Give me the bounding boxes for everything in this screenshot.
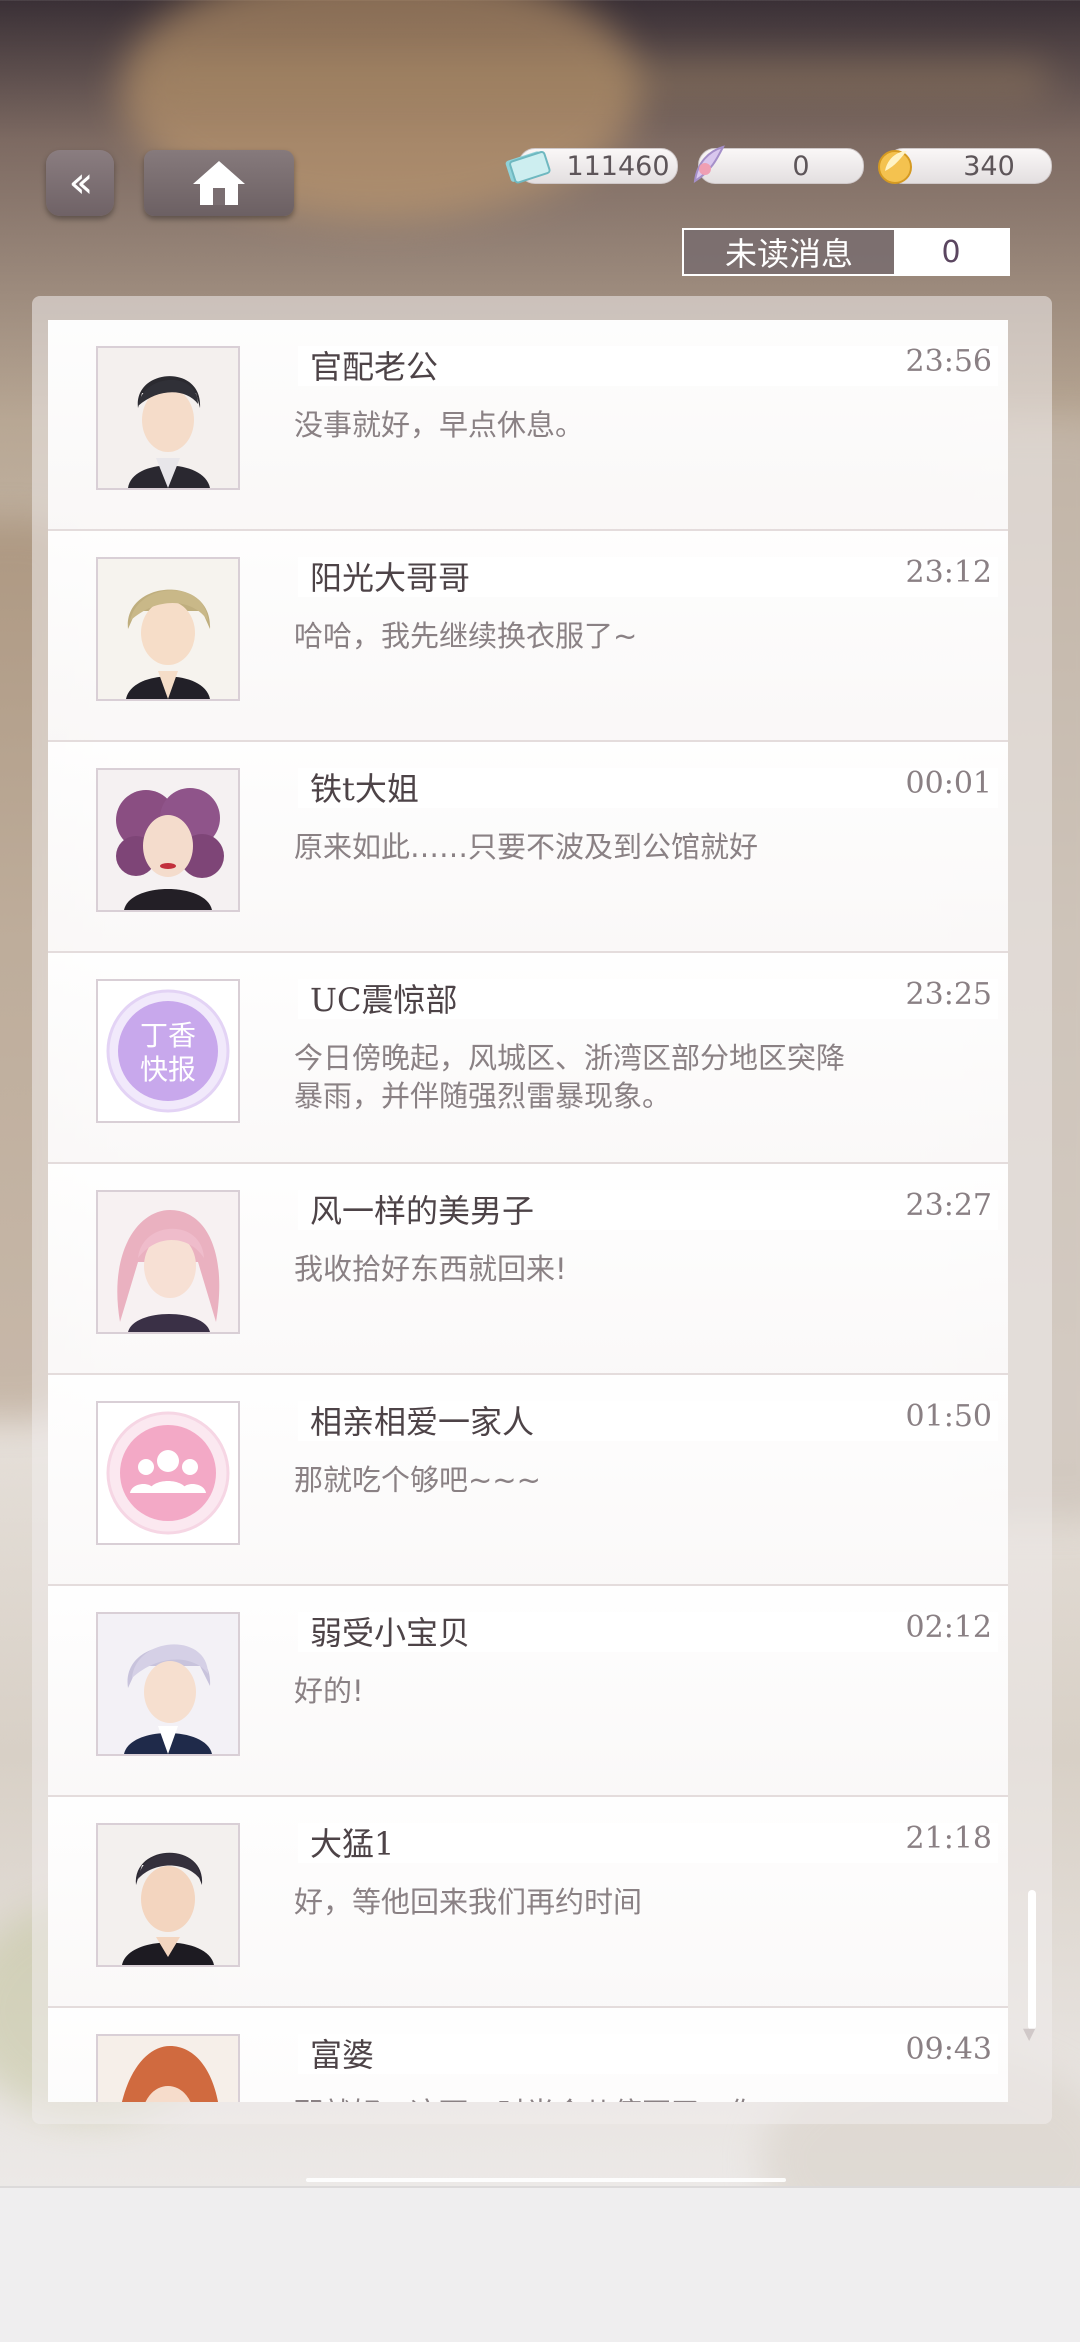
chat-row[interactable]: 相亲相爱一家人 01:50 那就吃个够吧~~~ xyxy=(48,1375,1008,1586)
message-preview: 我收拾好东西就回来! xyxy=(294,1252,567,1286)
avatar xyxy=(96,1612,240,1756)
svg-text:丁香: 丁香 xyxy=(140,1019,196,1052)
message-preview: 好的! xyxy=(294,1674,364,1708)
message-time: 02:12 xyxy=(905,1610,992,1645)
currency-value: 0 xyxy=(792,150,810,182)
contact-name: UC震惊部 xyxy=(310,981,458,1019)
chat-row[interactable]: 铁t大姐 00:01 原来如此……只要不波及到公馆就好 xyxy=(48,742,1008,953)
currency-gold[interactable]: 340 xyxy=(878,148,1052,184)
contact-name: 风一样的美男子 xyxy=(310,1192,535,1230)
chat-row[interactable]: 阳光大哥哥 23:12 哈哈，我先继续换衣服了~ xyxy=(48,531,1008,742)
currency-gem[interactable]: 0 xyxy=(693,145,864,184)
contact-name: 官配老公 xyxy=(310,348,439,386)
chat-row[interactable]: 大猛1 21:18 好，等他回来我们再约时间 xyxy=(48,1797,1008,2008)
chat-row[interactable]: 富婆 09:43 那就好，这下一时半会儿停不了，你 xyxy=(48,2008,1008,2102)
gold-coin-icon xyxy=(878,150,912,184)
contact-name: 大猛1 xyxy=(310,1825,395,1863)
currency-ticket[interactable]: 111460 xyxy=(505,148,678,184)
message-preview: 那就好，这下一时半会儿停不了，你 xyxy=(294,2094,854,2102)
chat-list[interactable]: 官配老公 23:56 没事就好，早点休息。 阳光大哥哥 23:12 哈哈，我先继… xyxy=(48,320,1008,2102)
message-time: 01:50 xyxy=(905,1399,992,1434)
feather-gem-icon xyxy=(693,145,725,183)
svg-text:快报: 快报 xyxy=(140,1053,196,1086)
scroll-down-arrow-icon: ▼ xyxy=(1023,2024,1036,2043)
contact-name: 相亲相爱一家人 xyxy=(310,1403,535,1441)
avatar xyxy=(96,346,240,490)
back-button[interactable]: ‹‹ xyxy=(46,150,114,216)
chat-row[interactable]: 官配老公 23:56 没事就好，早点休息。 xyxy=(48,320,1008,531)
message-preview: 原来如此……只要不波及到公馆就好 xyxy=(294,830,759,864)
unread-count: 0 xyxy=(894,230,1008,274)
contact-name: 富婆 xyxy=(310,2036,375,2074)
message-preview: 没事就好，早点休息。 xyxy=(294,408,585,442)
chat-row[interactable]: 风一样的美男子 23:27 我收拾好东西就回来! xyxy=(48,1164,1008,1375)
currency-value: 111460 xyxy=(566,150,670,182)
home-button[interactable] xyxy=(144,150,294,216)
avatar xyxy=(96,1190,240,1334)
unread-label: 未读消息 xyxy=(684,230,894,274)
avatar xyxy=(96,768,240,912)
message-time: 21:18 xyxy=(905,1821,992,1856)
message-time: 23:12 xyxy=(905,555,992,590)
avatar xyxy=(96,2034,240,2102)
chat-row[interactable]: 丁香 快报 UC震惊部 23:25 今日傍晚起，风城区、浙湾区部分地区突降暴雨，… xyxy=(48,953,1008,1164)
message-time: 00:01 xyxy=(905,766,992,801)
bottom-bar xyxy=(0,2186,1080,2342)
avatar xyxy=(96,557,240,701)
message-time: 09:43 xyxy=(905,2032,992,2067)
avatar xyxy=(96,1401,240,1545)
message-preview: 好，等他回来我们再约时间 xyxy=(294,1885,643,1919)
name-bar xyxy=(298,2034,998,2074)
message-time: 23:56 xyxy=(905,344,992,379)
currency-value: 340 xyxy=(963,150,1015,182)
message-preview: 那就吃个够吧~~~ xyxy=(294,1463,541,1497)
double-chevron-left-icon: ‹‹ xyxy=(68,157,93,208)
name-bar xyxy=(298,1823,998,1863)
scrollbar[interactable] xyxy=(1028,1890,1036,2030)
message-time: 23:25 xyxy=(905,977,992,1012)
avatar: 丁香 快报 xyxy=(96,979,240,1123)
contact-name: 弱受小宝贝 xyxy=(310,1614,471,1652)
chat-row[interactable]: 弱受小宝贝 02:12 好的! xyxy=(48,1586,1008,1797)
contact-name: 阳光大哥哥 xyxy=(310,559,471,597)
home-icon xyxy=(193,161,245,205)
unread-messages: 未读消息 0 xyxy=(682,228,1010,276)
background-blur xyxy=(150,60,1050,100)
ticket-icon xyxy=(505,150,551,184)
divider xyxy=(306,2178,786,2182)
contact-name: 铁t大姐 xyxy=(310,770,419,808)
message-preview: 今日傍晚起，风城区、浙湾区部分地区突降暴雨，并伴随强烈雷暴现象。 xyxy=(294,1041,846,1113)
message-preview: 哈哈，我先继续换衣服了~ xyxy=(294,619,638,653)
avatar xyxy=(96,1823,240,1967)
message-time: 23:27 xyxy=(905,1188,992,1223)
